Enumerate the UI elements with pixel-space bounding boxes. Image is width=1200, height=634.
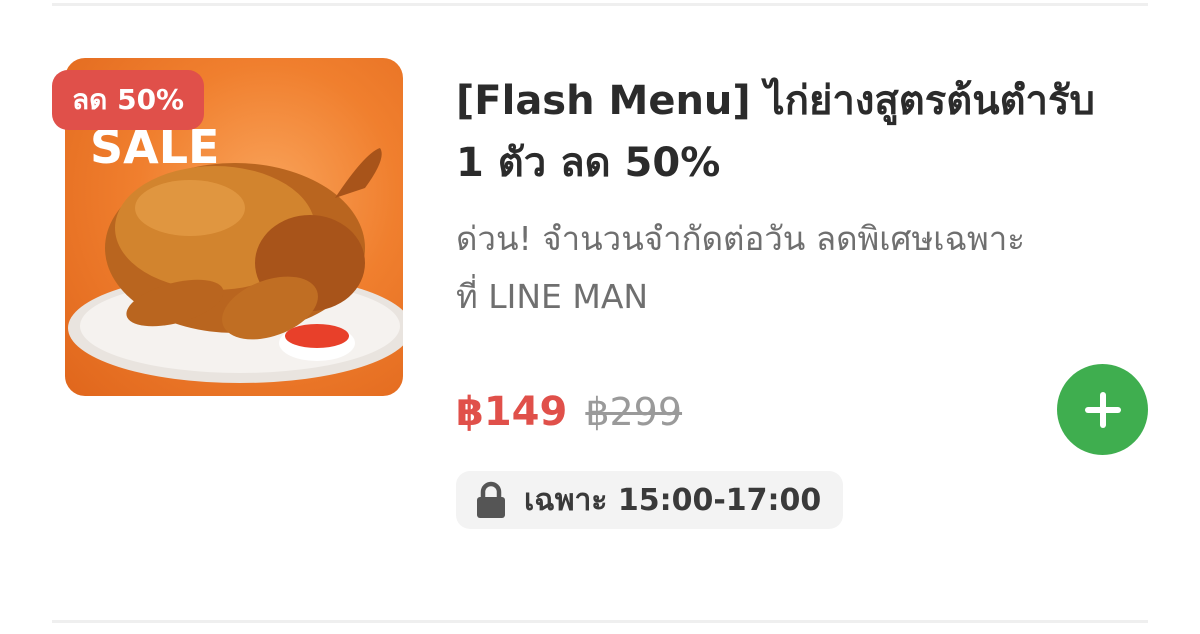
original-price: ฿299 — [585, 390, 683, 434]
discount-badge: ลด 50% — [52, 70, 205, 130]
menu-item-description: ด่วน! จำนวนจำกัดต่อวัน ลดพิเศษเฉพาะ ที่ … — [456, 210, 1156, 326]
menu-item-title: [Flash Menu] ไก่ย่างสูตรต้นตำรับ 1 ตัว ล… — [456, 70, 1156, 194]
current-price: ฿149 — [456, 389, 568, 435]
menu-item-title-line-1: [Flash Menu] ไก่ย่างสูตรต้นตำรับ — [456, 78, 1095, 124]
lock-icon — [477, 481, 505, 518]
bottom-divider — [52, 620, 1148, 623]
price-row: ฿149 ฿299 — [456, 382, 682, 442]
menu-item-title-line-2: 1 ตัว ลด 50% — [456, 140, 721, 186]
plus-icon — [1084, 391, 1121, 428]
menu-item-description-line-2: ที่ LINE MAN — [456, 277, 649, 316]
availability-time-chip: เฉพาะ 15:00-17:00 — [456, 471, 844, 529]
add-to-cart-button[interactable] — [1057, 364, 1148, 455]
availability-time-text: เฉพาะ 15:00-17:00 — [524, 482, 822, 518]
menu-item-description-line-1: ด่วน! จำนวนจำกัดต่อวัน ลดพิเศษเฉพาะ — [456, 219, 1026, 258]
menu-item-card[interactable]: SALE ลด 50% [Flash Menu] ไก่ย่างสูตรต้นต… — [0, 0, 1200, 634]
